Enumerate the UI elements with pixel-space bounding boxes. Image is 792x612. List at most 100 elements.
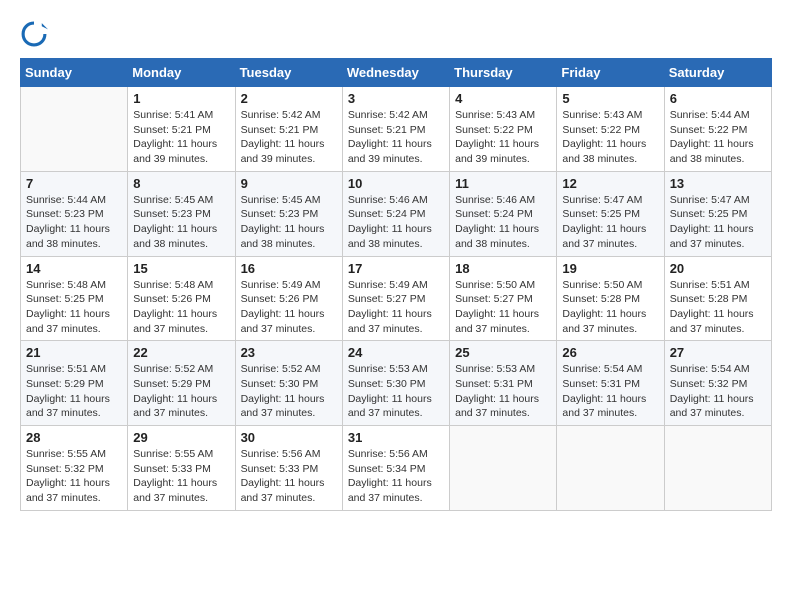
day-info: Sunrise: 5:56 AMSunset: 5:34 PMDaylight:… [348, 447, 444, 506]
day-info: Sunrise: 5:48 AMSunset: 5:25 PMDaylight:… [26, 278, 122, 337]
calendar-cell: 22 Sunrise: 5:52 AMSunset: 5:29 PMDayligh… [128, 341, 235, 426]
day-info: Sunrise: 5:48 AMSunset: 5:26 PMDaylight:… [133, 278, 229, 337]
day-number: 31 [348, 430, 444, 445]
calendar-cell [450, 426, 557, 511]
weekday-header: Wednesday [342, 59, 449, 87]
day-number: 15 [133, 261, 229, 276]
day-info: Sunrise: 5:54 AMSunset: 5:32 PMDaylight:… [670, 362, 766, 421]
logo-icon [20, 20, 48, 48]
day-number: 8 [133, 176, 229, 191]
day-info: Sunrise: 5:44 AMSunset: 5:23 PMDaylight:… [26, 193, 122, 252]
day-number: 17 [348, 261, 444, 276]
day-number: 13 [670, 176, 766, 191]
day-info: Sunrise: 5:53 AMSunset: 5:30 PMDaylight:… [348, 362, 444, 421]
calendar-cell: 2Sunrise: 5:42 AMSunset: 5:21 PMDaylight… [235, 87, 342, 172]
day-number: 1 [133, 91, 229, 106]
day-number: 18 [455, 261, 551, 276]
calendar-cell: 23Sunrise: 5:52 AMSunset: 5:30 PMDayligh… [235, 341, 342, 426]
day-number: 12 [562, 176, 658, 191]
calendar-cell: 13 Sunrise: 5:47 AMSunset: 5:25 PMDayligh… [664, 171, 771, 256]
day-info: Sunrise: 5:45 AMSunset: 5:23 PMDaylight:… [241, 193, 337, 252]
calendar-week-row: 1Sunrise: 5:41 AMSunset: 5:21 PMDaylight… [21, 87, 772, 172]
day-info: Sunrise: 5:45 AMSunset: 5:23 PMDaylight:… [133, 193, 229, 252]
day-number: 3 [348, 91, 444, 106]
day-number: 24 [348, 345, 444, 360]
day-info: Sunrise: 5:49 AMSunset: 5:26 PMDaylight:… [241, 278, 337, 337]
day-number: 2 [241, 91, 337, 106]
day-number: 20 [670, 261, 766, 276]
day-number: 26 [562, 345, 658, 360]
day-info: Sunrise: 5:44 AMSunset: 5:22 PMDaylight:… [670, 108, 766, 167]
calendar-cell: 26Sunrise: 5:54 AMSunset: 5:31 PMDayligh… [557, 341, 664, 426]
calendar-cell: 12 Sunrise: 5:47 AMSunset: 5:25 PMDayligh… [557, 171, 664, 256]
weekday-header: Tuesday [235, 59, 342, 87]
day-info: Sunrise: 5:46 AMSunset: 5:24 PMDaylight:… [455, 193, 551, 252]
calendar-cell: 31 Sunrise: 5:56 AMSunset: 5:34 PMDayligh… [342, 426, 449, 511]
calendar-week-row: 21 Sunrise: 5:51 AMSunset: 5:29 PMDayligh… [21, 341, 772, 426]
calendar-cell: 19Sunrise: 5:50 AMSunset: 5:28 PMDayligh… [557, 256, 664, 341]
calendar-table: SundayMondayTuesdayWednesdayThursdayFrid… [20, 58, 772, 511]
calendar-week-row: 28 Sunrise: 5:55 AMSunset: 5:32 PMDayligh… [21, 426, 772, 511]
page-header [20, 20, 772, 48]
logo [20, 20, 52, 48]
day-info: Sunrise: 5:46 AMSunset: 5:24 PMDaylight:… [348, 193, 444, 252]
day-number: 5 [562, 91, 658, 106]
calendar-cell [21, 87, 128, 172]
calendar-cell: 10Sunrise: 5:46 AMSunset: 5:24 PMDayligh… [342, 171, 449, 256]
day-info: Sunrise: 5:56 AMSunset: 5:33 PMDaylight:… [241, 447, 337, 506]
calendar-cell: 6 Sunrise: 5:44 AMSunset: 5:22 PMDaylight… [664, 87, 771, 172]
calendar-cell: 3 Sunrise: 5:42 AMSunset: 5:21 PMDaylight… [342, 87, 449, 172]
day-number: 30 [241, 430, 337, 445]
calendar-cell: 1Sunrise: 5:41 AMSunset: 5:21 PMDaylight… [128, 87, 235, 172]
calendar-header-row: SundayMondayTuesdayWednesdayThursdayFrid… [21, 59, 772, 87]
calendar-week-row: 14 Sunrise: 5:48 AMSunset: 5:25 PMDayligh… [21, 256, 772, 341]
day-info: Sunrise: 5:47 AMSunset: 5:25 PMDaylight:… [670, 193, 766, 252]
day-info: Sunrise: 5:42 AMSunset: 5:21 PMDaylight:… [348, 108, 444, 167]
calendar-cell: 29 Sunrise: 5:55 AMSunset: 5:33 PMDayligh… [128, 426, 235, 511]
calendar-cell: 16Sunrise: 5:49 AMSunset: 5:26 PMDayligh… [235, 256, 342, 341]
calendar-cell [664, 426, 771, 511]
calendar-cell: 7 Sunrise: 5:44 AMSunset: 5:23 PMDaylight… [21, 171, 128, 256]
day-number: 28 [26, 430, 122, 445]
calendar-cell: 14 Sunrise: 5:48 AMSunset: 5:25 PMDayligh… [21, 256, 128, 341]
day-number: 29 [133, 430, 229, 445]
calendar-cell: 28 Sunrise: 5:55 AMSunset: 5:32 PMDayligh… [21, 426, 128, 511]
day-info: Sunrise: 5:47 AMSunset: 5:25 PMDaylight:… [562, 193, 658, 252]
day-number: 6 [670, 91, 766, 106]
day-info: Sunrise: 5:49 AMSunset: 5:27 PMDaylight:… [348, 278, 444, 337]
calendar-cell: 8 Sunrise: 5:45 AMSunset: 5:23 PMDaylight… [128, 171, 235, 256]
day-number: 25 [455, 345, 551, 360]
day-number: 11 [455, 176, 551, 191]
weekday-header: Friday [557, 59, 664, 87]
day-info: Sunrise: 5:50 AMSunset: 5:27 PMDaylight:… [455, 278, 551, 337]
calendar-cell: 11 Sunrise: 5:46 AMSunset: 5:24 PMDayligh… [450, 171, 557, 256]
day-info: Sunrise: 5:43 AMSunset: 5:22 PMDaylight:… [455, 108, 551, 167]
calendar-cell: 5 Sunrise: 5:43 AMSunset: 5:22 PMDaylight… [557, 87, 664, 172]
calendar-cell: 18 Sunrise: 5:50 AMSunset: 5:27 PMDayligh… [450, 256, 557, 341]
day-number: 22 [133, 345, 229, 360]
day-number: 27 [670, 345, 766, 360]
calendar-body: 1Sunrise: 5:41 AMSunset: 5:21 PMDaylight… [21, 87, 772, 511]
day-number: 7 [26, 176, 122, 191]
day-info: Sunrise: 5:52 AMSunset: 5:30 PMDaylight:… [241, 362, 337, 421]
day-number: 4 [455, 91, 551, 106]
day-info: Sunrise: 5:51 AMSunset: 5:28 PMDaylight:… [670, 278, 766, 337]
day-info: Sunrise: 5:55 AMSunset: 5:32 PMDaylight:… [26, 447, 122, 506]
day-info: Sunrise: 5:43 AMSunset: 5:22 PMDaylight:… [562, 108, 658, 167]
calendar-cell: 30 Sunrise: 5:56 AMSunset: 5:33 PMDayligh… [235, 426, 342, 511]
calendar-cell: 4 Sunrise: 5:43 AMSunset: 5:22 PMDaylight… [450, 87, 557, 172]
day-number: 21 [26, 345, 122, 360]
calendar-cell: 17 Sunrise: 5:49 AMSunset: 5:27 PMDayligh… [342, 256, 449, 341]
weekday-header: Monday [128, 59, 235, 87]
day-info: Sunrise: 5:51 AMSunset: 5:29 PMDaylight:… [26, 362, 122, 421]
calendar-cell: 27 Sunrise: 5:54 AMSunset: 5:32 PMDayligh… [664, 341, 771, 426]
day-number: 14 [26, 261, 122, 276]
calendar-cell: 24 Sunrise: 5:53 AMSunset: 5:30 PMDayligh… [342, 341, 449, 426]
day-info: Sunrise: 5:55 AMSunset: 5:33 PMDaylight:… [133, 447, 229, 506]
day-info: Sunrise: 5:53 AMSunset: 5:31 PMDaylight:… [455, 362, 551, 421]
calendar-cell [557, 426, 664, 511]
day-number: 19 [562, 261, 658, 276]
weekday-header: Sunday [21, 59, 128, 87]
day-info: Sunrise: 5:52 AMSunset: 5:29 PMDaylight:… [133, 362, 229, 421]
calendar-cell: 25 Sunrise: 5:53 AMSunset: 5:31 PMDayligh… [450, 341, 557, 426]
